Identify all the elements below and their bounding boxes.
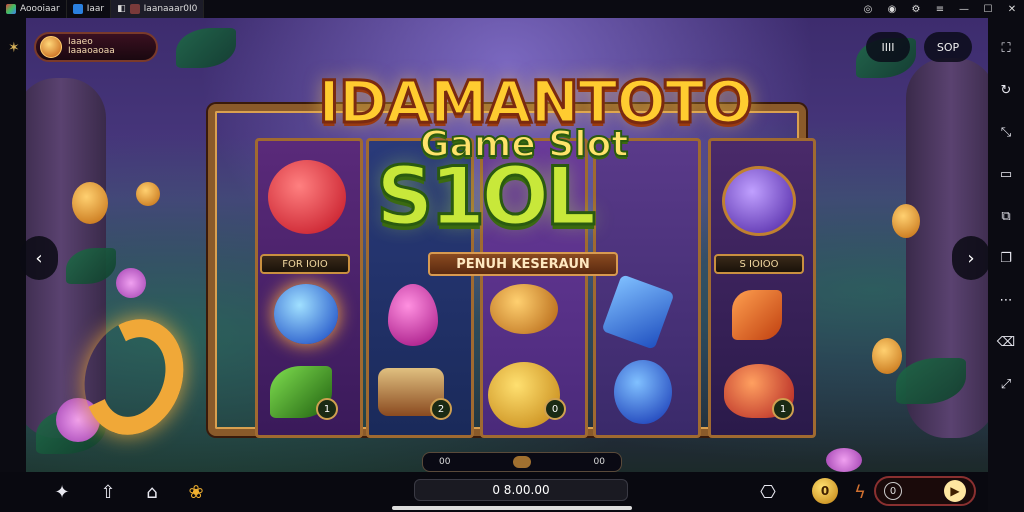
gold-coin [872,338,902,374]
symbol-count: 1 [316,398,338,420]
minimize-icon[interactable]: — [952,0,976,18]
counter-left: 00 [439,457,451,467]
flower-icon[interactable]: ❀ [184,480,208,504]
star-icon[interactable]: ✶ [8,40,20,56]
blue-potion-symbol [614,360,672,424]
side-rail: ⛶ ↻ ⤡ ▭ ⧉ ❐ ⋯ ⌫ ⤢ [988,18,1024,512]
gold-shell-symbol [490,284,558,334]
bet-counter[interactable]: 00 00 [422,452,622,472]
browser-icon [72,4,83,14]
symbol-count: 2 [430,398,452,420]
reel-label-right: S IOIOO [714,254,804,274]
tab-thumbnail [129,4,140,14]
gold-coin [72,182,108,224]
tab-browser[interactable]: Iaar [67,0,112,18]
menu-icon[interactable]: ≡ [928,0,952,18]
badge-text: Iaaeo Iaaaoaoaa [68,38,115,56]
eraser-icon[interactable]: ⌫ [996,332,1016,352]
settings-pill-button[interactable]: SOP [924,32,972,62]
gamepad-icon[interactable]: ⎔ [756,480,780,504]
window-icon[interactable]: ⧉ [996,206,1016,226]
tab-app-store[interactable]: Aoooiaar [0,0,67,18]
close-icon[interactable]: ✕ [1000,0,1024,18]
shrink-icon[interactable]: ⤡ [996,122,1016,142]
gold-coin [136,182,160,206]
badge-line2: Iaaaoaoaa [68,46,115,56]
coin-button[interactable]: 0 [812,478,838,504]
home-indicator [392,506,632,510]
blue-orb-symbol [274,284,338,344]
tab-game[interactable]: ◧ Iaanaaar0I0 [111,0,205,18]
carrot-symbol [732,290,782,340]
window-controls: ◎ ◉ ⚙ ≡ — ☐ ✕ [856,0,1024,18]
system-tab-bar: Aoooiaar Iaar ◧ Iaanaaar0I0 ◎ ◉ ⚙ ≡ — ☐ … [0,0,1024,18]
purple-orb-symbol [722,166,796,236]
game-tab-icon: ◧ [117,4,126,14]
home-icon[interactable]: ⌂ [140,480,164,504]
counter-knob[interactable] [513,456,531,468]
counter-right: 00 [593,457,605,467]
spin-control[interactable]: 0 ▶ [874,476,976,506]
flower [116,268,146,298]
game-subtitle-small: Game Slot [419,123,630,166]
tab-label: Aoooiaar [20,4,60,14]
next-arrow-button[interactable]: › [952,236,990,280]
leaf [176,28,236,68]
tab-label: Iaanaaar0I0 [143,4,198,14]
fullscreen-icon[interactable]: ⤢ [996,374,1016,394]
info-button[interactable]: IIII [866,32,910,62]
expand-icon[interactable]: ⛶ [996,38,1016,58]
lightning-icon[interactable]: ϟ [848,480,872,504]
red-fruit-symbol [268,160,346,234]
coin-icon [40,36,62,58]
maximize-icon[interactable]: ☐ [976,0,1000,18]
prev-arrow-button[interactable]: ‹ [20,236,58,280]
gold-coin [892,204,920,238]
more-icon[interactable]: ⋯ [996,290,1016,310]
reel-label-left: FOR IOIO [260,254,350,274]
settings-icon[interactable]: ⚙ [904,0,928,18]
title-banner: PENUH KESERAUN [428,252,618,276]
symbol-count: 0 [544,398,566,420]
auto-spin-button[interactable]: 0 [884,482,902,500]
refresh-icon[interactable]: ↻ [996,80,1016,100]
balance-display: 0 8.00.00 [414,479,628,501]
copy-icon[interactable]: ❐ [996,248,1016,268]
symbol-count: 1 [772,398,794,420]
screen-icon[interactable]: ▭ [996,164,1016,184]
app-store-icon [6,4,16,14]
game-logo-badge[interactable]: Iaaeo Iaaaoaoaa [34,32,158,62]
target-icon[interactable]: ◉ [880,0,904,18]
circle-icon[interactable]: ◎ [856,0,880,18]
flower [826,448,862,472]
tab-label: Iaar [86,4,105,14]
up-arrow-icon[interactable]: ⇧ [96,480,120,504]
play-button[interactable]: ▶ [944,480,966,502]
puzzle-icon[interactable]: ✦ [50,480,74,504]
